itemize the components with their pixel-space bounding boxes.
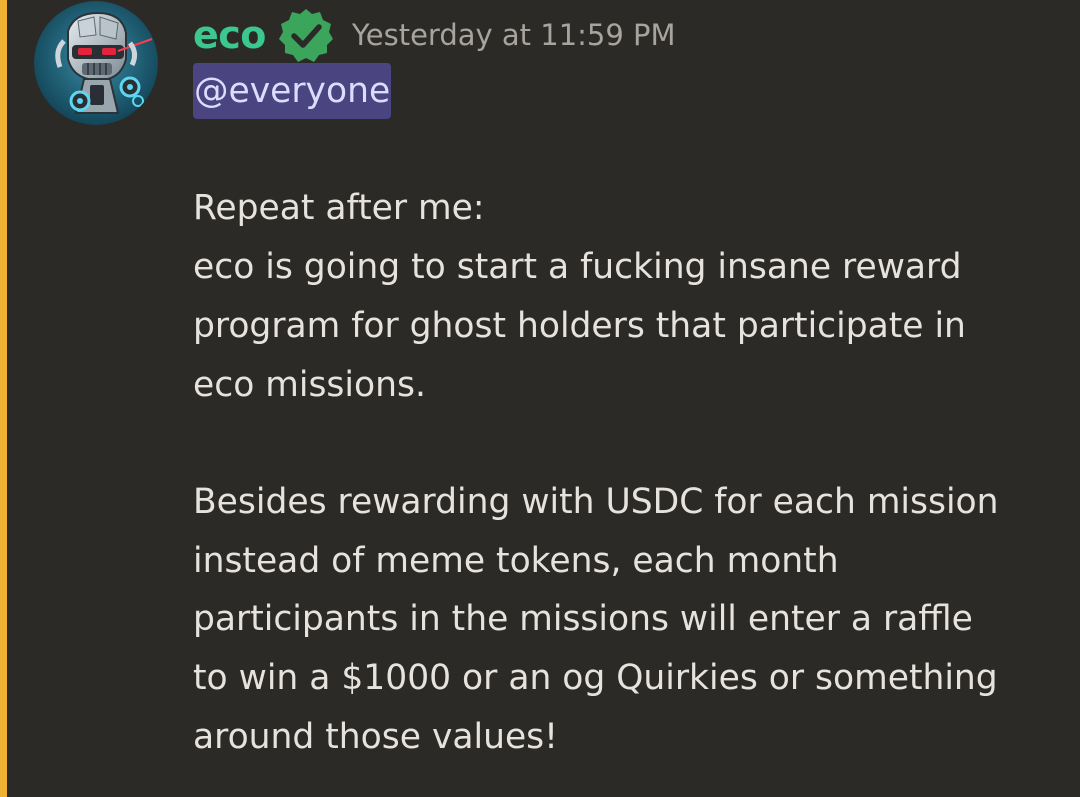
- message-header: eco Yesterday at 11:59 PM: [193, 6, 676, 64]
- message-line: eco missions.: [193, 364, 426, 405]
- message-line: Besides rewarding with USDC for each mis…: [193, 481, 999, 522]
- author-username[interactable]: eco: [193, 13, 266, 57]
- message-timestamp[interactable]: Yesterday at 11:59 PM: [352, 18, 676, 52]
- message-line: eco is going to start a fucking insane r…: [193, 247, 962, 288]
- message-line: to win a $1000 or an og Quirkies or some…: [193, 658, 998, 698]
- avatar[interactable]: [34, 1, 158, 125]
- message-line: program for ghost holders that participa…: [193, 305, 966, 346]
- everyone-mention[interactable]: @everyone: [193, 63, 392, 119]
- message-line: Repeat after me:: [193, 188, 485, 229]
- robot-avatar-icon: [34, 1, 158, 125]
- message-line: participants in the missions will enter …: [193, 599, 973, 640]
- message-line: around those values!: [193, 716, 558, 757]
- message-line: instead of meme tokens, each month: [193, 540, 839, 581]
- verified-check-badge-icon: [278, 7, 334, 63]
- mention-highlight-bar: [0, 0, 7, 797]
- message-content: @everyone Repeat after me: eco is going …: [193, 62, 1073, 766]
